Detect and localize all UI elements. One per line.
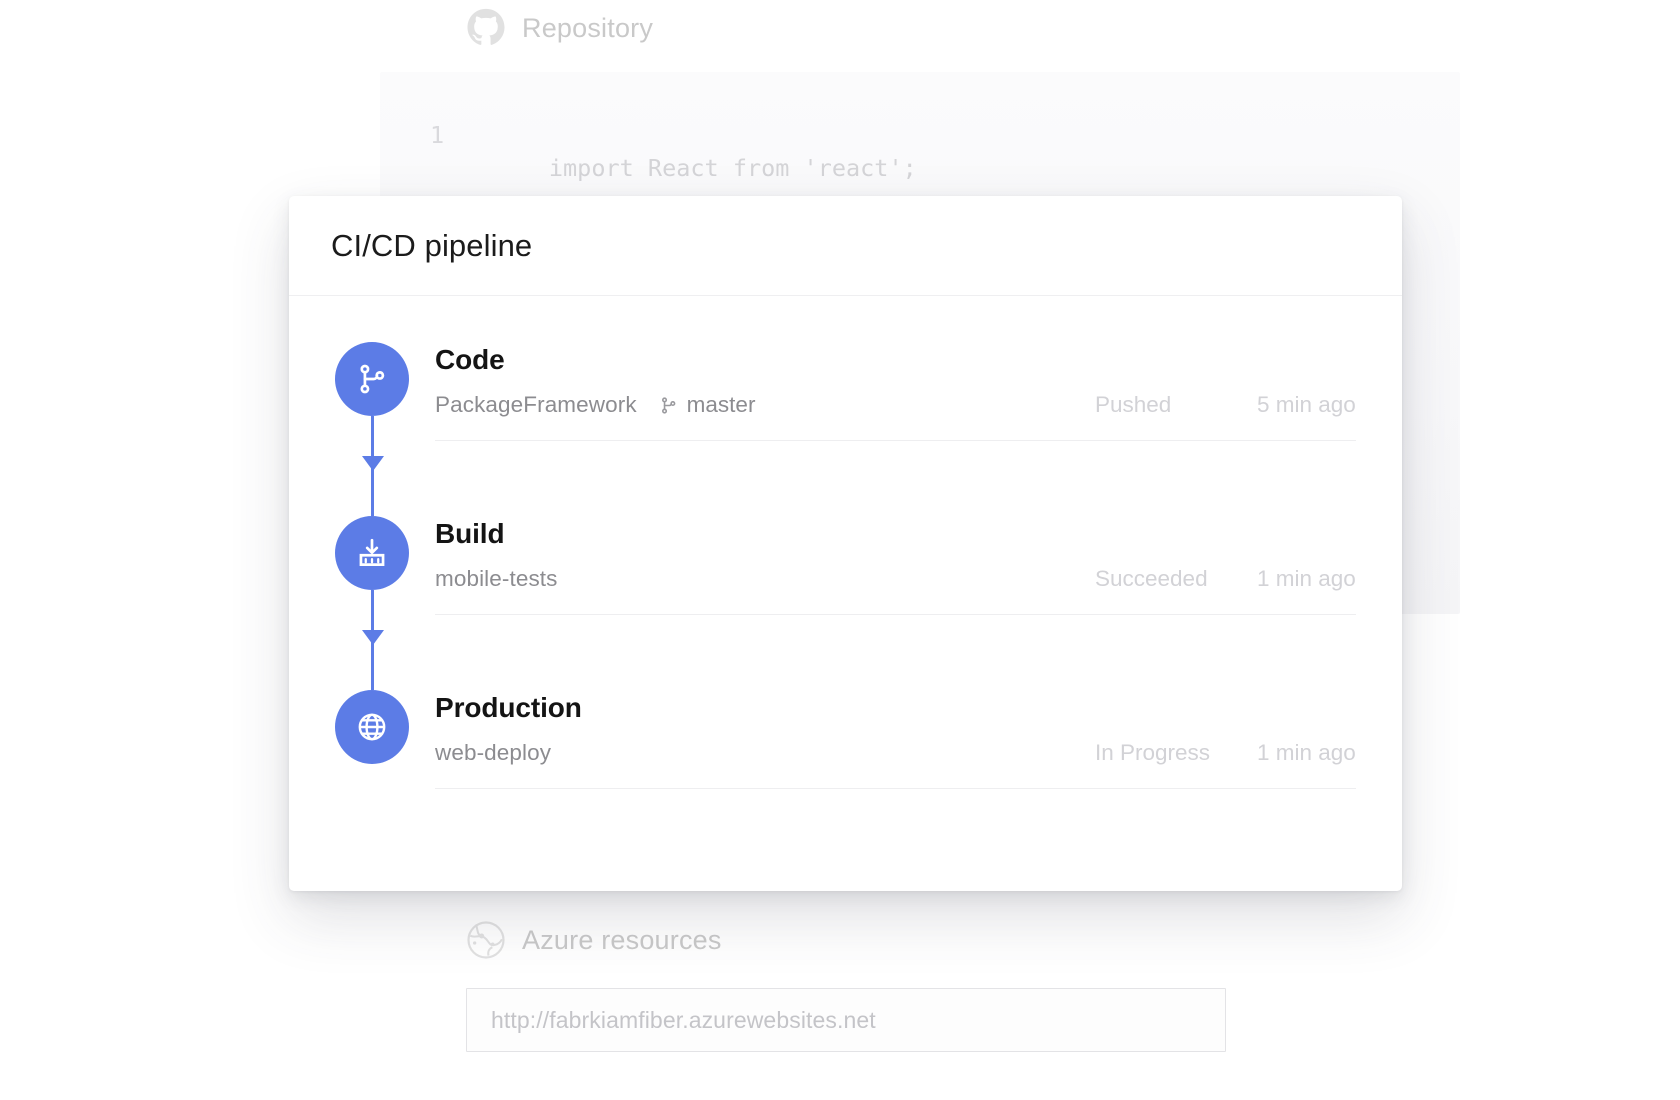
stage-details: web-deploy In Progress 1 min ago: [435, 740, 1356, 790]
stage-subtitle: mobile-tests: [435, 566, 558, 592]
stage-title: Code: [435, 344, 505, 375]
status-badge: Succeeded: [1095, 566, 1208, 592]
pipeline-stage-list: Code PackageFramework master Pushed 5 mi…: [335, 342, 1356, 845]
repository-section-label: Repository: [466, 8, 653, 48]
stage-marker: [335, 342, 409, 516]
stage-subtitle: PackageFramework: [435, 392, 637, 418]
repository-label-text: Repository: [522, 12, 654, 43]
status-badge: In Progress: [1095, 740, 1211, 766]
stage-title: Production: [435, 692, 582, 723]
git-branch-icon: [355, 362, 389, 396]
stage-timestamp: 5 min ago: [1257, 392, 1356, 418]
stage-title: Build: [435, 518, 505, 549]
azure-resources-label-text: Azure resources: [522, 924, 722, 955]
branch-name: master: [686, 392, 756, 418]
stage-timestamp: 1 min ago: [1257, 740, 1356, 766]
stage-details: PackageFramework master Pushed 5 min ago: [435, 392, 1356, 442]
github-icon: [466, 8, 506, 48]
stage-marker: [335, 516, 409, 690]
stage-timestamp: 1 min ago: [1257, 566, 1356, 592]
stage-content: Code PackageFramework master Pushed 5 mi…: [409, 342, 1356, 442]
stage-marker: [335, 690, 409, 764]
stage-details: mobile-tests Succeeded 1 min ago: [435, 566, 1356, 616]
azure-resources-section-label: Azure resources: [466, 920, 722, 960]
stage-icon-badge: [335, 690, 409, 764]
site-url-input[interactable]: http://fabrkiamfiber.azurewebsites.net: [466, 988, 1226, 1052]
dialog-header: CI/CD pipeline: [289, 196, 1402, 296]
pipeline-stage-production[interactable]: Production web-deploy In Progress 1 min …: [335, 690, 1356, 845]
stage-connector: [361, 416, 384, 516]
arrow-down-icon: [361, 456, 384, 471]
stage-content: Production web-deploy In Progress 1 min …: [409, 690, 1356, 790]
code-line-text: import React from 'react';: [548, 154, 917, 182]
branch-chip[interactable]: master: [659, 392, 756, 418]
git-branch-icon: [659, 396, 678, 415]
globe-icon: [355, 710, 389, 744]
build-tray-icon: [355, 536, 389, 570]
stage-subtitle: web-deploy: [435, 740, 552, 766]
page-title: CI/CD pipeline: [331, 227, 533, 263]
stage-icon-badge: [335, 516, 409, 590]
pipeline-stage-code[interactable]: Code PackageFramework master Pushed 5 mi…: [335, 342, 1356, 516]
arrow-down-icon: [361, 630, 384, 645]
status-badge: Pushed: [1095, 392, 1172, 418]
azure-resources-icon: [466, 920, 506, 960]
cicd-pipeline-dialog: CI/CD pipeline Code PackageFramework mas…: [289, 196, 1402, 891]
stage-connector: [361, 590, 384, 690]
pipeline-stage-build[interactable]: Build mobile-tests Succeeded 1 min ago: [335, 516, 1356, 690]
code-line-number: 1: [430, 121, 445, 149]
site-url-value: http://fabrkiamfiber.azurewebsites.net: [491, 1006, 876, 1033]
stage-content: Build mobile-tests Succeeded 1 min ago: [409, 516, 1356, 616]
dialog-body: Code PackageFramework master Pushed 5 mi…: [289, 296, 1402, 891]
stage-icon-badge: [335, 342, 409, 416]
